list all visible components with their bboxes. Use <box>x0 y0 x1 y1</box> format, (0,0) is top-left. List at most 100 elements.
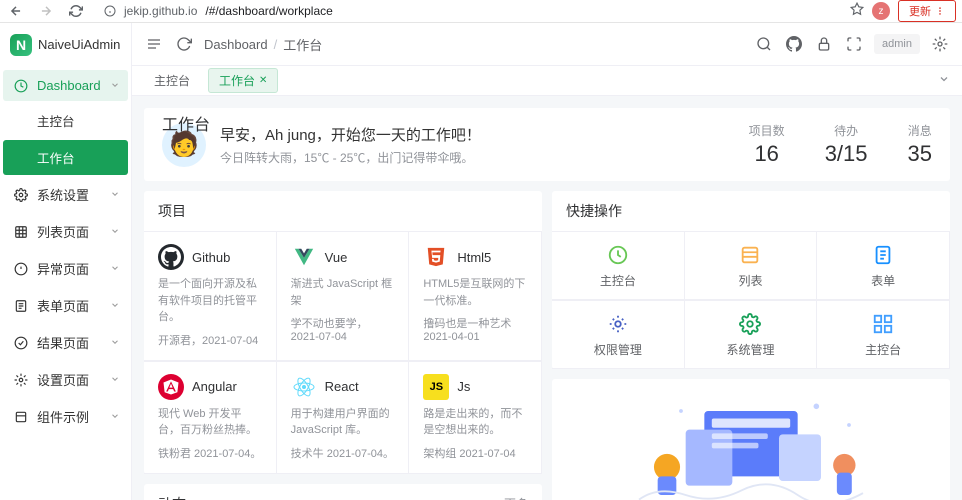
greeting-card: 工作台 🧑 早安，Ah jung，开始您一天的工作吧！ 今日阵转大雨，15℃ -… <box>144 108 950 181</box>
project-foot: 学不动也要学，2021-07-04 <box>291 315 395 343</box>
more-vert-icon <box>935 6 945 16</box>
menu-sys-settings[interactable]: 系统设置 <box>3 177 128 212</box>
illustration-image <box>611 383 891 500</box>
menu-exception[interactable]: 异常页面 <box>3 251 128 286</box>
more-link[interactable]: 更多 <box>504 495 528 500</box>
quick-op-sysmgr[interactable]: 系统管理 <box>685 300 818 369</box>
chevron-down-icon <box>110 78 120 93</box>
search-icon[interactable] <box>754 34 774 54</box>
dashboard-icon <box>13 79 29 93</box>
chevron-down-icon <box>110 261 120 276</box>
form-icon <box>13 299 29 313</box>
project-name: Vue <box>325 250 348 265</box>
menu-dashboard[interactable]: Dashboard <box>3 70 128 101</box>
project-foot: 撸码也是一种艺术 2021-04-01 <box>423 315 527 343</box>
project-desc: 是一个面向开源及私有软件项目的托管平台。 <box>158 276 262 326</box>
logo[interactable]: N NaiveUiAdmin <box>0 23 131 66</box>
section-title: 项目 <box>158 201 186 221</box>
project-cell-js[interactable]: JS Js 路是走出来的，而不是空想出来的。 架构组 2021-07-04 <box>409 361 542 474</box>
refresh-icon[interactable] <box>174 34 194 54</box>
menu-component-demo[interactable]: 组件示例 <box>3 399 128 434</box>
quick-op-form[interactable]: 表单 <box>817 231 950 300</box>
section-title: 快捷操作 <box>566 201 622 221</box>
reload-button[interactable] <box>66 1 86 21</box>
check-icon <box>13 336 29 350</box>
illustration-card <box>552 379 950 500</box>
project-desc: 现代 Web 开发平台，百万粉丝热捧。 <box>158 406 262 439</box>
user-badge[interactable]: admin <box>874 34 920 54</box>
project-desc: 路是走出来的，而不是空想出来的。 <box>423 406 527 439</box>
close-icon[interactable]: ✕ <box>259 75 267 86</box>
tab-workplace[interactable]: 工作台 ✕ <box>208 68 278 93</box>
table-icon <box>13 225 29 239</box>
list-icon <box>737 242 763 268</box>
stat-projects: 项目数 16 <box>749 122 785 167</box>
project-name: Angular <box>192 379 237 394</box>
chevron-down-icon <box>110 298 120 313</box>
quick-op-label: 系统管理 <box>726 341 774 358</box>
tab-home[interactable]: 主控台 <box>144 69 200 92</box>
app-header: Dashboard / 工作台 admin <box>132 23 962 66</box>
back-button[interactable] <box>6 1 26 21</box>
component-icon <box>13 410 29 424</box>
html5-icon <box>423 244 449 270</box>
lock-icon[interactable] <box>814 34 834 54</box>
menu-result-page[interactable]: 结果页面 <box>3 325 128 360</box>
tabs-bar: 主控台 工作台 ✕ <box>132 66 962 96</box>
settings-icon <box>13 188 29 202</box>
alert-icon <box>13 262 29 276</box>
collapse-sidebar-icon[interactable] <box>144 34 164 54</box>
project-cell-github[interactable]: Github 是一个面向开源及私有软件项目的托管平台。 开源君，2021-07-… <box>144 231 277 361</box>
project-name: Github <box>192 250 230 265</box>
chevron-down-icon <box>110 224 120 239</box>
project-desc: 用于构建用户界面的 JavaScript 库。 <box>291 406 395 439</box>
vue-icon <box>291 244 317 270</box>
fullscreen-icon[interactable] <box>844 34 864 54</box>
stat-todo: 待办 3/15 <box>825 122 868 167</box>
breadcrumb-item[interactable]: Dashboard <box>204 37 268 52</box>
js-icon: JS <box>423 374 449 400</box>
quick-op-list[interactable]: 列表 <box>685 231 818 300</box>
github-icon[interactable] <box>784 34 804 54</box>
projects-card: 项目 Github 是一个面向开源及私有软件项目的托管平台。 开源君，2021-… <box>144 191 542 474</box>
project-cell-react[interactable]: React 用于构建用户界面的 JavaScript 库。 技术牛 2021-0… <box>277 361 410 474</box>
settings-icon[interactable] <box>930 34 950 54</box>
update-button[interactable]: 更新 <box>898 0 956 22</box>
quick-op-label: 主控台 <box>600 272 636 289</box>
quick-op-dash2[interactable]: 主控台 <box>817 300 950 369</box>
project-cell-angular[interactable]: Angular 现代 Web 开发平台，百万粉丝热捧。 铁粉君 2021-07-… <box>144 361 277 474</box>
url-path: /#/dashboard/workplace <box>205 4 332 18</box>
project-cell-html5[interactable]: Html5 HTML5是互联网的下一代标准。 撸码也是一种艺术 2021-04-… <box>409 231 542 361</box>
menu-settings-page[interactable]: 设置页面 <box>3 362 128 397</box>
forward-button[interactable] <box>36 1 56 21</box>
menu-home[interactable]: 主控台 <box>3 103 128 138</box>
menu-workplace[interactable]: 工作台 <box>3 140 128 175</box>
project-cell-vue[interactable]: Vue 渐进式 JavaScript 框架 学不动也要学，2021-07-04 <box>277 231 410 361</box>
project-desc: HTML5是互联网的下一代标准。 <box>423 276 527 309</box>
quick-op-label: 表单 <box>871 272 895 289</box>
quick-op-dashboard[interactable]: 主控台 <box>552 231 685 300</box>
menu-form-page[interactable]: 表单页面 <box>3 288 128 323</box>
browser-toolbar: jekip.github.io/#/dashboard/workplace z … <box>0 0 962 23</box>
page-title: 工作台 <box>162 111 210 135</box>
menu-list-page[interactable]: 列表页面 <box>3 214 128 249</box>
form-icon <box>870 242 896 268</box>
bookmark-icon[interactable] <box>850 2 864 21</box>
project-foot: 铁粉君 2021-07-04。 <box>158 445 262 461</box>
quick-op-perm[interactable]: 权限管理 <box>552 300 685 369</box>
quick-op-label: 权限管理 <box>594 341 642 358</box>
chevron-down-icon <box>110 187 120 202</box>
perm-icon <box>605 311 631 337</box>
quick-op-label: 列表 <box>738 272 762 289</box>
project-name: Js <box>457 379 470 394</box>
tabs-menu-icon[interactable] <box>938 72 950 90</box>
url-bar[interactable]: jekip.github.io /#/dashboard/workplace <box>96 4 840 18</box>
greeting-subtitle: 今日阵转大雨，15℃ - 25℃，出门记得带伞哦。 <box>220 149 481 166</box>
angular-icon <box>158 374 184 400</box>
url-host: jekip.github.io <box>124 4 197 18</box>
profile-avatar[interactable]: z <box>872 2 890 20</box>
breadcrumb-item[interactable]: 工作台 <box>283 35 322 54</box>
quick-op-label: 主控台 <box>865 341 901 358</box>
chevron-down-icon <box>110 335 120 350</box>
chevron-down-icon <box>110 372 120 387</box>
